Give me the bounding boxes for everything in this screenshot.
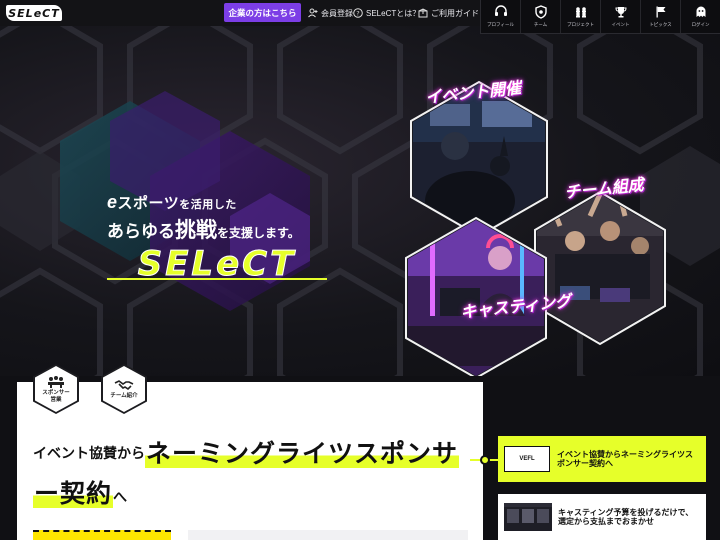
- headset-icon: [494, 5, 507, 16]
- article-headline-line1[interactable]: イベント協賛からネーミングライツスポンサ: [33, 434, 460, 470]
- guide-link-label: ご利用ガイド: [431, 8, 479, 18]
- article-headline-post: へ: [113, 489, 128, 505]
- category-team-intro-label: チーム紹介: [110, 393, 138, 400]
- hero-banner: eスポーツを活用した あらゆる挑戦を支援します。 SELeCT イベント開催 チ…: [0, 26, 720, 376]
- handshake-icon: [114, 380, 134, 391]
- shield-icon: [534, 5, 547, 19]
- hero-tagline-utilize: を活用した: [179, 199, 237, 211]
- nav-login[interactable]: ログイン: [681, 0, 720, 33]
- news-connector-dot: [480, 455, 490, 465]
- top-header: SELeCT 企業の方はこちら 会員登録 ? SELeCTとは？ ご利用ガイド …: [0, 0, 720, 34]
- news-item-2[interactable]: キャスティング予算を投げるだけで、選定から支払までおまかせ: [498, 494, 706, 540]
- article-image-left: [33, 530, 171, 540]
- people-icon: [575, 7, 586, 18]
- nav-event-label: イベント: [611, 22, 630, 27]
- article-headline-highlight1: ネーミングライツスポンサ: [145, 440, 460, 468]
- hero-select-logo: SELeCT: [107, 244, 327, 282]
- site-logo[interactable]: SELeCT: [6, 5, 62, 21]
- svg-text:?: ?: [356, 10, 359, 18]
- nav-event[interactable]: イベント: [601, 0, 641, 33]
- hero-tagline-e: e: [107, 192, 118, 212]
- news-thumb-1: VEFL: [504, 446, 550, 472]
- guide-link[interactable]: ご利用ガイド: [418, 6, 479, 20]
- hero-tagline-line1: eスポーツを活用した: [107, 192, 237, 213]
- nav-login-label: ログイン: [691, 22, 710, 27]
- hero-tagline-challenge: 挑戦: [175, 219, 217, 242]
- nav-team[interactable]: チーム: [521, 0, 561, 33]
- register-link-label: 会員登録: [321, 8, 353, 18]
- news-item-1[interactable]: VEFL イベント協賛からネーミングライツスポンサー契約へ: [498, 436, 706, 482]
- nav-profile[interactable]: プロフィール: [481, 0, 521, 33]
- article-headline-pre: イベント協賛から: [33, 445, 145, 461]
- article-image-right: [188, 530, 468, 540]
- nav-topics[interactable]: トピックス: [641, 0, 681, 33]
- nav-project-label: プロジェクト: [567, 22, 594, 27]
- news-thumb-2: [504, 503, 552, 531]
- news-title-1: イベント協賛からネーミングライツスポンサー契約へ: [557, 449, 693, 468]
- hero-tagline-all: あらゆる: [107, 222, 175, 241]
- hero-tagline-support: を支援します。: [217, 226, 300, 240]
- nav-profile-label: プロフィール: [487, 22, 514, 27]
- user-plus-icon: [308, 8, 318, 18]
- about-link-label: SELeCTとは？: [366, 8, 421, 18]
- register-link[interactable]: 会員登録: [308, 6, 353, 20]
- meeting-icon: [48, 376, 64, 389]
- news-title-2: キャスティング予算を投げるだけで、選定から支払までおまかせ: [558, 507, 694, 526]
- nav-team-label: チーム: [533, 22, 548, 27]
- nav-topics-label: トピックス: [649, 22, 672, 27]
- hero-tagline-esports: スポーツ: [117, 195, 180, 212]
- category-sponsor-sales-label: スポンサー 営業: [42, 390, 70, 403]
- flag-icon: [656, 6, 665, 18]
- main-nav: プロフィール チーム プロジェクト イベント トピックス ログイン: [480, 0, 720, 34]
- help-circle-icon: ?: [353, 8, 363, 18]
- hero-tagline-line2: あらゆる挑戦を支援します。: [107, 214, 300, 244]
- corporate-button[interactable]: 企業の方はこちら: [224, 3, 301, 22]
- article-headline-line2[interactable]: ー契約へ: [33, 474, 127, 510]
- about-link[interactable]: ? SELeCTとは？: [353, 6, 420, 20]
- ghost-icon: [696, 6, 705, 17]
- hero-logo-text: SELeCT: [138, 244, 297, 282]
- nav-project[interactable]: プロジェクト: [561, 0, 601, 33]
- box-icon: [418, 8, 428, 18]
- article-headline-highlight2: ー契約: [33, 480, 114, 508]
- trophy-icon: [614, 7, 627, 18]
